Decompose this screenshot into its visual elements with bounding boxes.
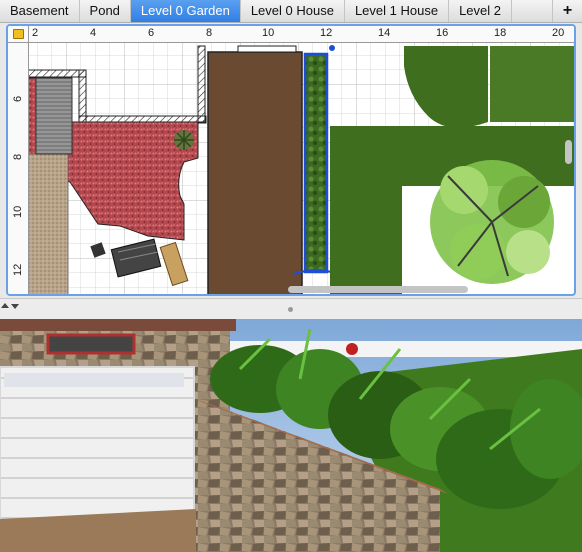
ruler-top-label: 10	[262, 27, 275, 39]
pane-splitter[interactable]	[0, 298, 582, 320]
tab-level-0-garden[interactable]: Level 0 Garden	[130, 0, 241, 22]
plus-icon: +	[562, 2, 573, 19]
tab-pond[interactable]: Pond	[80, 0, 131, 22]
add-level-button[interactable]: +	[552, 0, 582, 22]
splitter-handle[interactable]	[288, 307, 293, 312]
horizontal-scrollbar[interactable]	[288, 286, 468, 293]
ruler-corner	[8, 26, 29, 43]
wood-floor[interactable]	[207, 51, 303, 296]
tree[interactable]	[430, 160, 554, 284]
lock-icon[interactable]	[13, 29, 24, 39]
house-window[interactable]	[46, 333, 136, 355]
ruler-left: 6 8 10 12	[8, 42, 29, 294]
door-opening[interactable]	[237, 45, 297, 53]
ruler-left-label: 6	[12, 95, 24, 102]
tab-level-0-house[interactable]: Level 0 House	[241, 0, 345, 22]
tab-level-2[interactable]: Level 2	[449, 0, 512, 22]
3d-view[interactable]	[0, 319, 582, 552]
ruler-top-label: 8	[206, 27, 213, 39]
ruler-top-label: 18	[494, 27, 507, 39]
ruler-left-label: 12	[12, 263, 24, 276]
ruler-top-label: 16	[436, 27, 449, 39]
gravel-path[interactable]	[27, 153, 69, 296]
ruler-top: 2 4 6 8 10 12 14 16 18 20	[28, 26, 574, 43]
ruler-left-label: 8	[12, 153, 24, 160]
ruler-left-label: 10	[12, 205, 24, 218]
plan-view[interactable]: 2 4 6 8 10 12 14 16 18 20 6 8 10 12	[6, 24, 576, 296]
ruler-top-label: 12	[320, 27, 333, 39]
collapse-down-icon[interactable]	[11, 304, 19, 309]
tab-level-1-house[interactable]: Level 1 House	[345, 0, 450, 22]
roof-edge[interactable]	[0, 319, 236, 331]
ruler-top-label: 4	[90, 27, 97, 39]
ruler-top-label: 2	[32, 27, 39, 39]
collapse-up-icon[interactable]	[1, 303, 9, 308]
plan-canvas[interactable]	[8, 26, 576, 296]
ruler-top-label: 6	[148, 27, 155, 39]
3d-canvas[interactable]	[0, 319, 582, 552]
red-flower	[346, 343, 358, 355]
small-plant[interactable]	[174, 130, 194, 150]
tab-basement[interactable]: Basement	[0, 0, 80, 22]
level-tab-bar: Basement Pond Level 0 Garden Level 0 Hou…	[0, 0, 582, 23]
ruler-top-label: 14	[378, 27, 391, 39]
vertical-scrollbar[interactable]	[565, 140, 572, 164]
stone-steps[interactable]	[35, 77, 73, 155]
ruler-top-label: 20	[552, 27, 565, 39]
